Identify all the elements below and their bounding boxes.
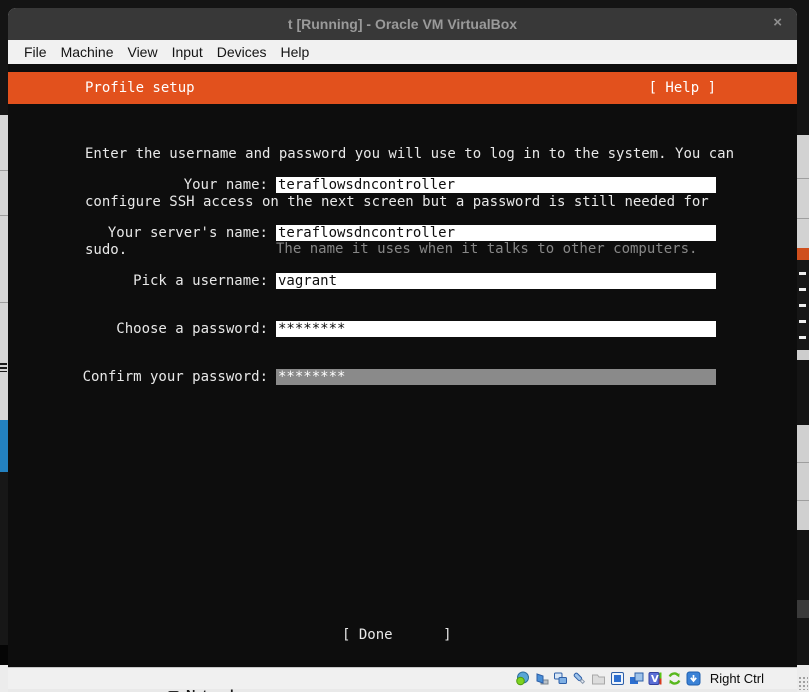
page-title: Profile setup [85, 80, 195, 96]
help-button[interactable]: [ Help ] [649, 80, 716, 96]
username-input[interactable]: vagrant [276, 273, 716, 289]
menu-item-machine[interactable]: Machine [61, 44, 114, 60]
sliver-divider [797, 218, 809, 219]
desktop: Network t [Running] - Oracle VM VirtualB… [0, 0, 809, 692]
menu-item-input[interactable]: Input [172, 44, 203, 60]
sliver-segment-blue [0, 420, 8, 472]
form-row-username: Pick a username: vagrant [8, 273, 797, 289]
sliver-segment [797, 135, 809, 248]
server-name-hint: The name it uses when it talks to other … [276, 241, 697, 257]
host-key-label: Right Ctrl [710, 671, 764, 686]
hamburger-icon [0, 363, 7, 372]
sliver-divider [0, 215, 8, 216]
vm-console[interactable]: Profile setup [ Help ] Enter the usernam… [8, 64, 797, 667]
sliver-segment [797, 350, 809, 360]
username-label: Pick a username: [8, 273, 268, 289]
sliver-divider [0, 170, 8, 171]
svg-text:V: V [651, 674, 659, 685]
sliver-divider [797, 178, 809, 179]
display-icon[interactable] [610, 671, 626, 687]
server-name-label: Your server's name: [8, 225, 268, 241]
confirm-password-label: Confirm your password: [8, 369, 268, 385]
sliver-segment [0, 115, 8, 420]
sliver-divider [797, 462, 809, 463]
description-line: configure SSH access on the next screen … [85, 194, 734, 210]
form-row-password: Choose a password: ******** [8, 321, 797, 337]
resize-grip[interactable] [798, 676, 808, 690]
installer-description: Enter the username and password you will… [85, 114, 734, 290]
usb-icon[interactable] [572, 671, 588, 687]
recording-icon[interactable] [629, 671, 645, 687]
window-titlebar[interactable]: t [Running] - Oracle VM VirtualBox × [8, 8, 797, 40]
statusbar: V Right Ctrl [8, 667, 797, 689]
background-window-sliver-right [797, 0, 809, 692]
sliver-divider [797, 500, 809, 501]
sliver-segment [797, 600, 809, 618]
password-label: Choose a password: [8, 321, 268, 337]
virtualbox-window: t [Running] - Oracle VM VirtualBox × Fil… [8, 8, 797, 689]
done-button[interactable]: [ Done ] [342, 627, 452, 643]
form-row-your-name: Your name: teraflowsdncontroller [8, 177, 797, 193]
description-line: Enter the username and password you will… [85, 146, 734, 162]
password-input[interactable]: ******** [276, 321, 716, 337]
sliver-divider [0, 302, 8, 303]
menubar: File Machine View Input Devices Help [8, 40, 797, 64]
sliver-dash [799, 320, 806, 323]
keyboard-icon[interactable] [686, 671, 702, 687]
server-name-input[interactable]: teraflowsdncontroller [276, 225, 716, 241]
hard-disks-icon[interactable] [515, 671, 531, 687]
sliver-segment [0, 665, 8, 692]
menu-item-devices[interactable]: Devices [217, 44, 267, 60]
window-title: t [Running] - Oracle VM VirtualBox [288, 16, 517, 32]
your-name-input[interactable]: teraflowsdncontroller [276, 177, 716, 193]
menu-item-help[interactable]: Help [281, 44, 310, 60]
confirm-password-input[interactable]: ******** [276, 369, 716, 385]
mouse-integration-icon[interactable] [667, 671, 683, 687]
background-window-sliver-left [0, 0, 8, 692]
form-row-server-name: Your server's name: teraflowsdncontrolle… [8, 225, 797, 241]
menu-item-view[interactable]: View [127, 44, 157, 60]
network-icon[interactable] [553, 671, 569, 687]
sliver-segment-orange [797, 248, 809, 260]
installer-header: Profile setup [ Help ] [8, 72, 797, 104]
menu-item-file[interactable]: File [24, 44, 47, 60]
sliver-dash [799, 272, 806, 275]
sliver-dash [799, 288, 806, 291]
sliver-segment [0, 645, 8, 665]
features-icon[interactable]: V [648, 671, 664, 687]
audio-icon[interactable] [534, 671, 550, 687]
form-row-confirm-password: Confirm your password: ******** [8, 369, 797, 385]
your-name-label: Your name: [8, 177, 268, 193]
sliver-segment [797, 425, 809, 530]
sliver-dash [799, 304, 806, 307]
sliver-dash [799, 336, 806, 339]
sliver-segment [0, 472, 8, 645]
shared-folders-icon[interactable] [591, 671, 607, 687]
close-button[interactable]: × [773, 15, 782, 31]
